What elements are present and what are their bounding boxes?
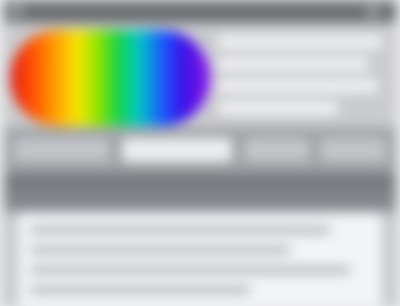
header-text-line <box>218 58 368 70</box>
list-item[interactable] <box>30 226 330 234</box>
rainbow-logo-icon <box>10 30 210 126</box>
app-window <box>4 0 396 306</box>
header-banner <box>4 22 396 128</box>
window-menu-icon[interactable] <box>366 4 380 18</box>
toolbar-button[interactable] <box>14 138 110 162</box>
list-item[interactable] <box>30 246 290 254</box>
title-bar <box>4 0 396 22</box>
list-item[interactable] <box>30 266 350 274</box>
header-text-line <box>218 102 338 114</box>
header-text-line <box>218 36 382 48</box>
list-item[interactable] <box>30 286 250 294</box>
toolbar-button[interactable] <box>122 138 232 162</box>
close-window-icon[interactable] <box>10 4 24 18</box>
right-border <box>382 212 396 306</box>
tab-strip <box>4 174 396 212</box>
left-border <box>4 212 18 306</box>
toolbar-button[interactable] <box>244 138 310 162</box>
toolbar-button[interactable] <box>320 138 386 162</box>
content-panel <box>18 212 382 306</box>
toolbar <box>4 128 396 174</box>
header-text-line <box>218 80 378 92</box>
